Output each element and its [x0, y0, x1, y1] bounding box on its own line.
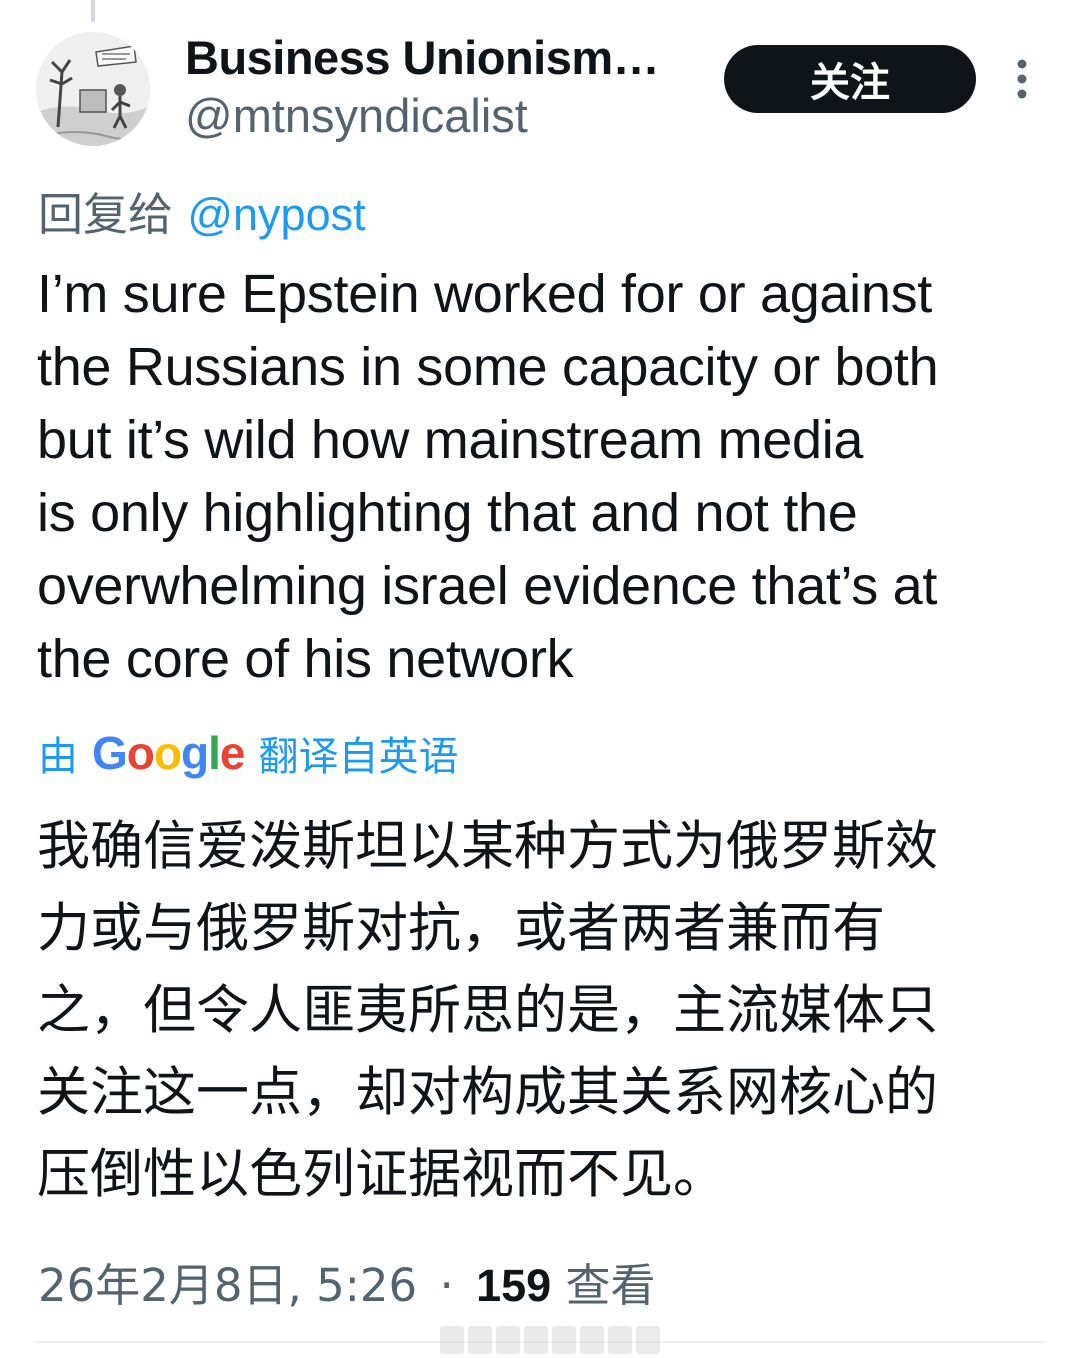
tweet-page: Business Unionism… @mtnsyndicalist 关注 回复… [0, 0, 1080, 1358]
translated-by-google-link[interactable]: 由 Google 翻译自英语 [38, 724, 458, 782]
translated-text: 我确信爱泼斯坦以某种方式为俄罗斯效 力或与俄罗斯对抗，或者两者兼而有 之，但令人… [37, 806, 1047, 1216]
tweet-text-line: the core of his network [37, 629, 574, 689]
reply-prefix: 回复给 [38, 188, 174, 241]
google-logo-letter: G [92, 727, 128, 779]
translated-text-line: 我确信爱泼斯坦以某种方式为俄罗斯效 [37, 816, 938, 877]
translated-text-line: 压倒性以色列证据视而不见。 [37, 1144, 726, 1205]
tweet-meta: 26年2月8日, 5:26 · 159 查看 [38, 1249, 656, 1314]
meta-separator: · [439, 1259, 454, 1312]
views-label: 查看 [565, 1259, 656, 1312]
reply-mention-link[interactable]: @nypost [187, 189, 365, 240]
cartoon-avatar-icon [36, 32, 150, 146]
google-logo: Google [92, 726, 246, 780]
more-options-icon[interactable] [1008, 58, 1036, 100]
avatar[interactable] [36, 32, 150, 146]
tweet-text-line: I’m sure Epstein worked for or against [37, 264, 932, 324]
google-logo-letter: o [126, 727, 155, 779]
google-logo-letter: e [219, 727, 246, 779]
translation-prefix: 由 [38, 734, 78, 780]
tweet-text: I’m sure Epstein worked for or against t… [37, 258, 1047, 696]
timestamp[interactable]: 26年2月8日, 5:26 [38, 1259, 417, 1312]
translated-text-line: 关注这一点，却对构成其关系网核心的 [37, 1062, 938, 1123]
tweet-text-line: overwhelming israel evidence that’s at [37, 556, 938, 616]
google-logo-letter: g [181, 727, 209, 779]
tweet-text-line: but it’s wild how mainstream media [37, 410, 864, 470]
translated-text-line: 之，但令人匪夷所思的是，主流媒体只 [37, 980, 938, 1041]
views-count[interactable]: 159 [476, 1260, 551, 1311]
tweet-text-line: the Russians in some capacity or both [37, 337, 939, 397]
reply-context: 回复给 @nypost [38, 178, 366, 243]
author-display-name[interactable]: Business Unionism… [185, 30, 660, 85]
thread-connector-line [91, 0, 95, 22]
google-logo-letter: l [208, 727, 221, 779]
translated-text-line: 力或与俄罗斯对抗，或者两者兼而有 [37, 898, 885, 959]
google-logo-letter: o [153, 727, 182, 779]
author-handle[interactable]: @mtnsyndicalist [185, 88, 528, 143]
tweet-text-line: is only highlighting that and not the [37, 483, 858, 543]
watermark [440, 1326, 660, 1354]
follow-button[interactable]: 关注 [724, 45, 976, 113]
translation-suffix: 翻译自英语 [258, 734, 459, 780]
